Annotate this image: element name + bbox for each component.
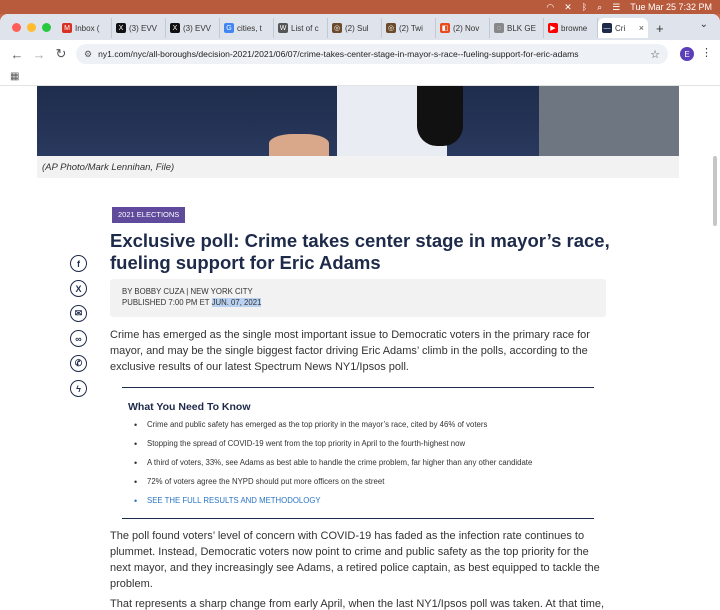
tab-label: BLK GE bbox=[507, 23, 536, 33]
photo-caption: (AP Photo/Mark Lennihan, File) bbox=[42, 162, 175, 173]
browser-tab[interactable]: ◎ (2) Sul bbox=[328, 18, 382, 38]
tab-label: (2) Twi bbox=[399, 23, 423, 33]
scrollbar-thumb[interactable] bbox=[713, 156, 717, 226]
bookmarks-bar: ▦ bbox=[0, 68, 720, 86]
scrollbar[interactable] bbox=[712, 86, 718, 610]
published-prefix: PUBLISHED 7:00 PM ET bbox=[122, 298, 212, 307]
lead-paragraph: Crime has emerged as the single most imp… bbox=[110, 329, 590, 373]
tab-favicon-icon: ◌ bbox=[494, 23, 504, 33]
tab-label: (2) Sul bbox=[345, 23, 369, 33]
wifi-icon[interactable]: ◠ bbox=[546, 2, 554, 12]
status-area: ◠ ✕ ᛒ ⌕ ☰ Tue Mar 25 7:32 PM bbox=[546, 2, 712, 12]
apps-grid-icon[interactable]: ▦ bbox=[10, 71, 19, 82]
tab-label: cities, t bbox=[237, 23, 262, 33]
tab-favicon-icon: ◎ bbox=[332, 23, 342, 33]
tab-label: (3) EVV bbox=[183, 23, 212, 33]
browser-tab[interactable]: X (3) EVV bbox=[112, 18, 166, 38]
forward-icon[interactable]: → bbox=[28, 47, 50, 62]
wyntk-list: Crime and public safety has emerged as t… bbox=[134, 420, 532, 515]
tab-favicon-icon: ▶ bbox=[548, 23, 558, 33]
browser-tab[interactable]: ◧ (2) Nov bbox=[436, 18, 490, 38]
tab-favicon-icon: X bbox=[170, 23, 180, 33]
browser-tab[interactable]: — Cri × bbox=[598, 18, 648, 38]
tabs: M Inbox (X (3) EVV X (3) EVV Gcities, t W List … bbox=[58, 18, 664, 38]
published-date: JUN. 07, 2021 bbox=[211, 298, 262, 307]
search-icon[interactable]: ⌕ bbox=[597, 2, 602, 12]
hero-image bbox=[37, 86, 679, 156]
minimize-window-button[interactable] bbox=[27, 23, 36, 32]
list-item: 72% of voters agree the NYPD should put … bbox=[134, 477, 532, 496]
published-line: PUBLISHED 7:00 PM ET JUN. 07, 2021 bbox=[122, 297, 594, 308]
tab-label: (2) Nov bbox=[453, 23, 480, 33]
list-item: Crime and public safety has emerged as t… bbox=[134, 420, 532, 439]
new-tab-button[interactable]: + bbox=[656, 21, 664, 36]
tab-label: Cri bbox=[615, 23, 626, 33]
body-paragraph: That represents a sharp change from earl… bbox=[110, 598, 605, 610]
browser-tab[interactable]: ◎ (2) Twi bbox=[382, 18, 436, 38]
what-you-need-to-know-box: What You Need To Know Crime and public s… bbox=[122, 387, 594, 519]
address-bar[interactable]: ⚙ ny1.com/nyc/all-boroughs/decision-2021… bbox=[76, 44, 668, 64]
facebook-icon[interactable]: f bbox=[70, 255, 87, 272]
byline-author: BY BOBBY CUZA | NEW YORK CITY bbox=[122, 287, 253, 296]
tab-favicon-icon: ◧ bbox=[440, 23, 450, 33]
url-text[interactable]: ny1.com/nyc/all-boroughs/decision-2021/2… bbox=[98, 49, 579, 59]
browser-toolbar: ← → ↻ ⚙ ny1.com/nyc/all-boroughs/decisio… bbox=[0, 40, 720, 68]
close-tab-icon[interactable]: × bbox=[639, 23, 644, 33]
tab-favicon-icon: W bbox=[278, 23, 288, 33]
close-window-button[interactable] bbox=[12, 23, 21, 32]
tab-label: (3) EVV bbox=[129, 23, 158, 33]
tab-label: Inbox ( bbox=[75, 23, 100, 33]
window-controls bbox=[12, 23, 51, 32]
category-badge[interactable]: 2021 ELECTIONS bbox=[112, 207, 186, 223]
browser-window: M Inbox (X (3) EVV X (3) EVV Gcities, t W List … bbox=[0, 14, 720, 610]
list-item: A third of voters, 33%, see Adams as bes… bbox=[134, 458, 532, 477]
tab-favicon-icon: — bbox=[602, 23, 612, 33]
browser-tab[interactable]: ▶ browne bbox=[544, 18, 598, 38]
share-bar: f X ✉ ∞ ✆ ϟ bbox=[70, 255, 87, 397]
more-menu-icon[interactable]: ⋮ bbox=[701, 46, 712, 59]
wyntk-title: What You Need To Know bbox=[128, 401, 251, 413]
mute-icon[interactable]: ✕ bbox=[564, 2, 572, 12]
maximize-window-button[interactable] bbox=[42, 23, 51, 32]
bluetooth-icon[interactable]: ᛒ bbox=[582, 2, 587, 12]
web-page: (AP Photo/Mark Lennihan, File) 2021 ELEC… bbox=[0, 86, 720, 610]
reload-icon[interactable]: ↻ bbox=[50, 46, 72, 62]
control-center-icon[interactable]: ☰ bbox=[612, 2, 620, 12]
tab-favicon-icon: ◎ bbox=[386, 23, 396, 33]
email-icon[interactable]: ✉ bbox=[70, 305, 87, 322]
tab-favicon-icon: M bbox=[62, 23, 72, 33]
site-settings-icon[interactable]: ⚙ bbox=[84, 49, 92, 60]
body-paragraph: The poll found voters’ level of concern … bbox=[110, 530, 600, 590]
tab-strip: M Inbox (X (3) EVV X (3) EVV Gcities, t W List … bbox=[0, 14, 720, 40]
article-headline: Exclusive poll: Crime takes center stage… bbox=[110, 230, 610, 273]
browser-tab[interactable]: W List of c bbox=[274, 18, 328, 38]
profile-avatar[interactable]: E bbox=[680, 47, 694, 61]
whatsapp-icon[interactable]: ✆ bbox=[70, 355, 87, 372]
macos-menubar: ◠ ✕ ᛒ ⌕ ☰ Tue Mar 25 7:32 PM bbox=[0, 0, 720, 14]
browser-tab[interactable]: M Inbox ( bbox=[58, 18, 112, 38]
browser-tab[interactable]: X (3) EVV bbox=[166, 18, 220, 38]
messenger-icon[interactable]: ϟ bbox=[70, 380, 87, 397]
byline-box: BY BOBBY CUZA | NEW YORK CITY PUBLISHED … bbox=[110, 279, 606, 317]
tab-favicon-icon: G bbox=[224, 23, 234, 33]
link-icon[interactable]: ∞ bbox=[70, 330, 87, 347]
list-item: Stopping the spread of COVID-19 went fro… bbox=[134, 439, 532, 458]
chevron-down-icon[interactable]: ⌄ bbox=[700, 19, 708, 30]
back-icon[interactable]: ← bbox=[6, 47, 28, 62]
x-twitter-icon[interactable]: X bbox=[70, 280, 87, 297]
browser-tab[interactable]: ◌ BLK GE bbox=[490, 18, 544, 38]
tab-label: List of c bbox=[291, 23, 319, 33]
tab-favicon-icon: X bbox=[116, 23, 126, 33]
clock[interactable]: Tue Mar 25 7:32 PM bbox=[630, 2, 712, 12]
tab-label: browne bbox=[561, 23, 588, 33]
browser-tab[interactable]: Gcities, t bbox=[220, 18, 274, 38]
bookmark-star-icon[interactable]: ☆ bbox=[650, 48, 660, 61]
full-results-link[interactable]: SEE THE FULL RESULTS AND METHODOLOGY bbox=[134, 496, 532, 515]
